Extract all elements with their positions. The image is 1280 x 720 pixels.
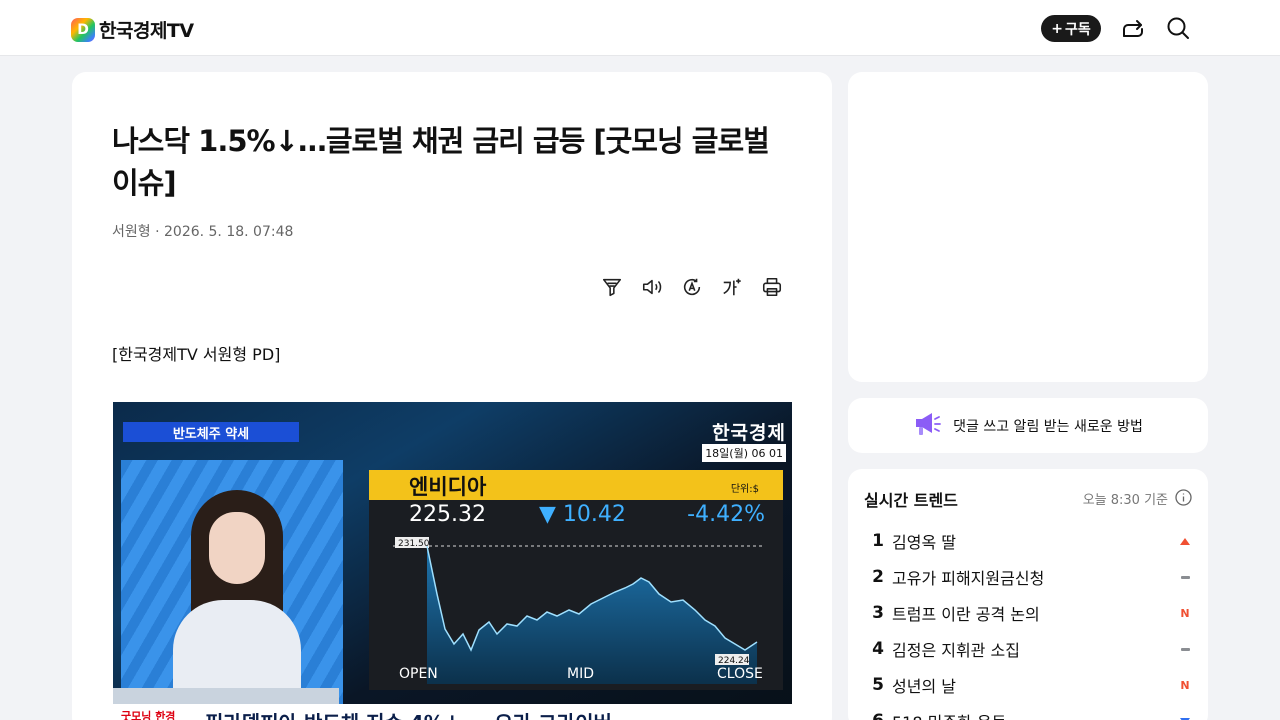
ad-placeholder [848, 72, 1208, 382]
rank-same-icon [1178, 641, 1192, 657]
trend-rank: 3 [872, 603, 884, 623]
megaphone-icon [913, 411, 943, 441]
trend-keyword: 트럼프 이란 공격 논의 [892, 605, 1040, 624]
trend-rank: 1 [872, 531, 884, 551]
stock-change-value: 10.42 [562, 502, 626, 527]
article-title: 나스닥 1.5%↓…글로벌 채권 금리 급등 [굿모닝 글로벌 이슈] [112, 124, 770, 200]
news-ticker-bar: 굿모닝 한경 필라델피아 반도체 지수 4%↓ … 오라 그라이버 [113, 704, 792, 720]
trend-item[interactable]: 4 김정은 지휘관 소집 [864, 631, 1192, 667]
trend-item[interactable]: 5 성년의 날 N [864, 667, 1192, 703]
subscribe-label: 구독 [1064, 21, 1091, 38]
ticker-headline: 필라델피아 반도체 지수 4%↓ … 오라 그라이버 [205, 707, 612, 720]
published-datetime: 2026. 5. 18. 07:48 [164, 224, 294, 240]
trend-rank: 4 [872, 639, 884, 659]
news-anchor-image [161, 490, 311, 720]
trend-item[interactable]: 1 김영옥 딸 [864, 523, 1192, 559]
intraday-line-chart: 231.50 224.24 [393, 537, 763, 684]
top-header: 한국경제TV + 구독 [0, 0, 1280, 56]
rank-up-icon [1178, 533, 1192, 549]
translate-icon[interactable] [680, 275, 704, 299]
trend-title: 실시간 트렌드 [864, 491, 958, 510]
article-card: 나스닥 1.5%↓…글로벌 채권 금리 급등 [굿모닝 글로벌 이슈] 서원형 … [72, 72, 832, 720]
search-icon[interactable] [1166, 16, 1190, 40]
rank-new-icon: N [1180, 606, 1190, 620]
trend-item[interactable]: 2 고유가 피해지원금신청 [864, 559, 1192, 595]
article-toolbar [600, 275, 784, 299]
rank-down-icon [1178, 713, 1192, 720]
meta-separator: · [155, 224, 164, 240]
logo-mark-icon [71, 17, 95, 42]
rank-same-icon [1178, 569, 1192, 585]
stock-name: 엔비디아 [409, 475, 487, 499]
font-size-icon[interactable] [720, 275, 744, 299]
site-logo[interactable]: 한국경제TV [71, 16, 194, 43]
print-icon[interactable] [760, 275, 784, 299]
plus-icon: + [1051, 20, 1063, 37]
stock-change-pct: -4.42% [687, 502, 765, 527]
video-brand: 한국경제 [712, 422, 786, 444]
axis-label-close: CLOSE [717, 666, 763, 682]
stock-unit: 단위:$ [730, 484, 759, 495]
subscribe-button[interactable]: + 구독 [1041, 15, 1101, 42]
info-icon[interactable] [1175, 489, 1192, 506]
trend-keyword: 518 민주화 운동 [892, 709, 1006, 720]
low-label: 224.24 [718, 656, 750, 666]
trend-list: 1 김영옥 딸 2 고유가 피해지원금신청 3 트럼프 이란 공격 논의 N 4… [864, 523, 1192, 720]
rank-new-icon: N [1180, 678, 1190, 692]
trend-rank: 5 [872, 675, 884, 695]
price-area [427, 546, 757, 684]
video-date: 18일(월) 06 01 [702, 444, 786, 462]
stock-change: ▼ 10.42 [539, 502, 626, 527]
axis-label-open: OPEN [399, 666, 438, 682]
stock-price-row: 225.32 ▼ 10.42 -4.42% [369, 502, 783, 530]
trend-timestamp: 오늘 8:30 기준 [1082, 493, 1168, 508]
stock-price: 225.32 [409, 502, 486, 527]
stock-panel-header: 엔비디아 단위:$ [369, 470, 783, 500]
article-meta: 서원형 · 2026. 5. 18. 07:48 [112, 221, 293, 241]
speaker-icon[interactable] [640, 275, 664, 299]
trend-item[interactable]: 3 트럼프 이란 공격 논의 N [864, 595, 1192, 631]
comment-notice-banner[interactable]: 댓글 쓰고 알림 받는 새로운 방법 [848, 398, 1208, 453]
trend-rank: 6 [864, 711, 892, 720]
summary-filter-icon[interactable] [600, 275, 624, 299]
video-topic-tag: 반도체주 약세 [123, 422, 299, 442]
trend-keyword: 성년의 날 [892, 677, 956, 696]
axis-label-mid: MID [567, 666, 594, 682]
high-label: 231.50 [398, 539, 430, 549]
realtime-trend-panel: 실시간 트렌드 오늘 8:30 기준 1 김영옥 딸 2 고유가 피해지원금신청… [848, 469, 1208, 720]
stock-chart-panel: 엔비디아 단위:$ 225.32 ▼ 10.42 -4.42% 231.50 2… [369, 470, 783, 690]
trend-keyword: 김영옥 딸 [892, 533, 956, 552]
trend-keyword: 고유가 피해지원금신청 [892, 569, 1045, 588]
notice-text: 댓글 쓰고 알림 받는 새로운 방법 [953, 418, 1143, 435]
article-video-thumbnail[interactable]: 반도체주 약세 한국경제 18일(월) 06 01 엔비디아 단위:$ 225.… [113, 402, 792, 720]
trend-item[interactable]: 6 518 민주화 운동 [864, 703, 1192, 720]
logo-text: 한국경제TV [99, 20, 194, 42]
article-byline: [한국경제TV 서원형 PD] [112, 345, 281, 364]
anchor-face [209, 512, 265, 584]
share-icon[interactable] [1121, 16, 1145, 40]
trend-keyword: 김정은 지휘관 소집 [892, 641, 1020, 660]
ticker-logo: 굿모닝 한경 [121, 710, 176, 720]
trend-rank: 2 [872, 567, 884, 587]
author-name[interactable]: 서원형 [112, 224, 151, 240]
